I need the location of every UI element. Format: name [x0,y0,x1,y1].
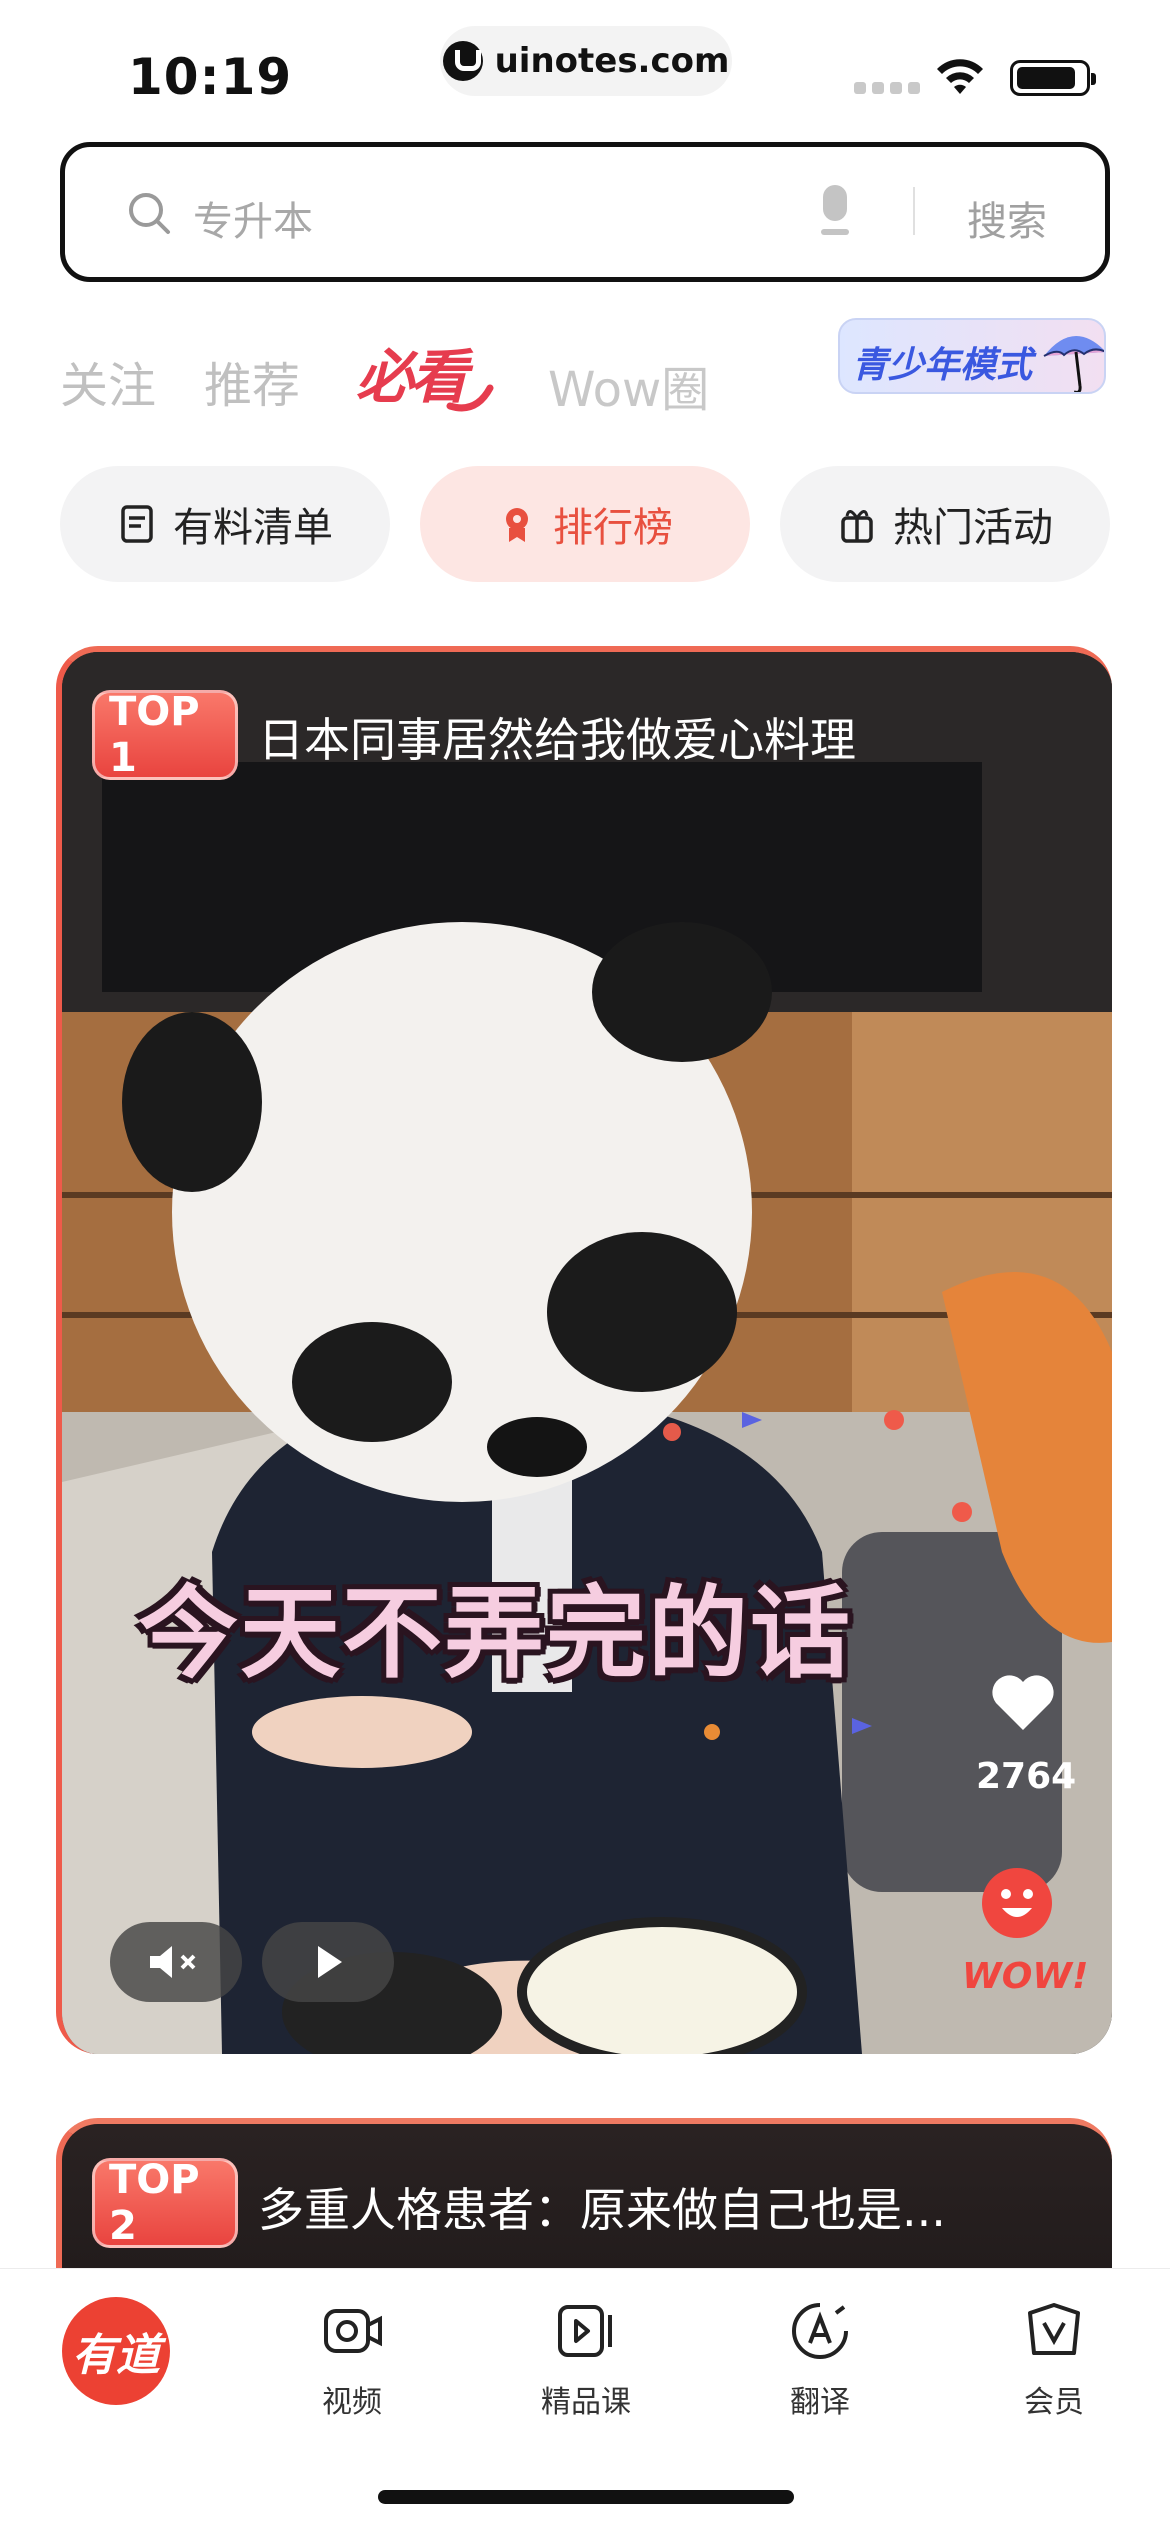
list-doc-icon [121,505,153,543]
home-indicator [378,2490,794,2504]
card-title: 多重人格患者：原来做自己也是... [258,2183,946,2237]
swoosh-decoration-icon [446,384,494,412]
play-button[interactable] [262,1922,394,2002]
nav-translate[interactable]: 翻译 [750,2299,890,2421]
vip-bag-icon [1028,2303,1080,2355]
rank-badge: TOP 1 [92,689,238,781]
course-play-icon [558,2305,612,2357]
chip-curated-list[interactable]: 有料清单 [60,466,390,582]
rank-badge: TOP 2 [92,2157,238,2249]
tab-recommend[interactable]: 推荐 [204,346,300,416]
tab-wow-circle[interactable]: Wow圈 [548,350,709,420]
heart-like-icon[interactable] [988,1672,1058,1734]
nav-premium-course[interactable]: 精品课 [516,2299,656,2421]
app-screen: 10:19 uinotes.com 专升本 搜索 关注 推荐 必看 Wow圈 青… [0,0,1170,2532]
nav-video[interactable]: 视频 [282,2299,422,2421]
youdao-home-button[interactable]: 有道 [62,2297,170,2405]
chip-ranking[interactable]: 排行榜 [420,466,750,582]
status-time: 10:19 [128,48,293,106]
search-divider [913,187,915,235]
wow-reaction-icon[interactable] [982,1868,1052,1938]
wifi-icon [937,59,983,94]
battery-icon [1010,60,1096,96]
umbrella-icon [1043,336,1104,392]
nav-label: 精品课 [541,2385,631,2420]
video-subtitle: 今天不弄完的话 [138,1575,852,1692]
play-icon [318,1946,342,1978]
chip-hot-events[interactable]: 热门活动 [780,466,1110,582]
like-count: 2764 [976,1756,1077,1797]
search-icon [129,193,170,234]
nav-label: 翻译 [790,2385,850,2420]
youth-mode-label: 青少年模式 [852,345,1033,386]
cellular-signal-icon [854,82,920,94]
url-pill[interactable]: uinotes.com [440,26,732,96]
url-text: uinotes.com [494,41,730,81]
nav-label: 视频 [322,2385,382,2420]
search-bar[interactable]: 专升本 搜索 [60,142,1110,282]
site-logo-icon [442,41,483,81]
video-thumbnail [62,652,1112,2054]
video-camera-icon [324,2309,382,2353]
nav-label: 会员 [1024,2385,1084,2420]
ranking-card-1[interactable]: TOP 1 日本同事居然给我做爱心料理 今天不弄完的话 2764 WOW! [56,646,1112,2054]
chip-label: 有料清单 [173,505,333,551]
card-title: 日本同事居然给我做爱心料理 [258,713,856,767]
chip-label: 排行榜 [553,505,673,551]
ribbon-medal-icon [506,508,528,542]
translate-icon [792,2303,848,2359]
nav-membership[interactable]: 会员 [984,2299,1124,2421]
mute-button[interactable] [110,1922,242,2002]
gift-icon [841,510,873,543]
wow-reaction-label: WOW! [962,1956,1089,1997]
search-button[interactable]: 搜索 [967,189,1047,247]
search-input[interactable]: 专升本 [193,189,313,247]
chip-label: 热门活动 [893,505,1053,551]
tab-follow[interactable]: 关注 [60,346,156,416]
speaker-muted-icon [150,1946,196,1978]
youth-mode-button[interactable]: 青少年模式 [838,318,1106,394]
microphone-icon[interactable] [815,183,855,239]
